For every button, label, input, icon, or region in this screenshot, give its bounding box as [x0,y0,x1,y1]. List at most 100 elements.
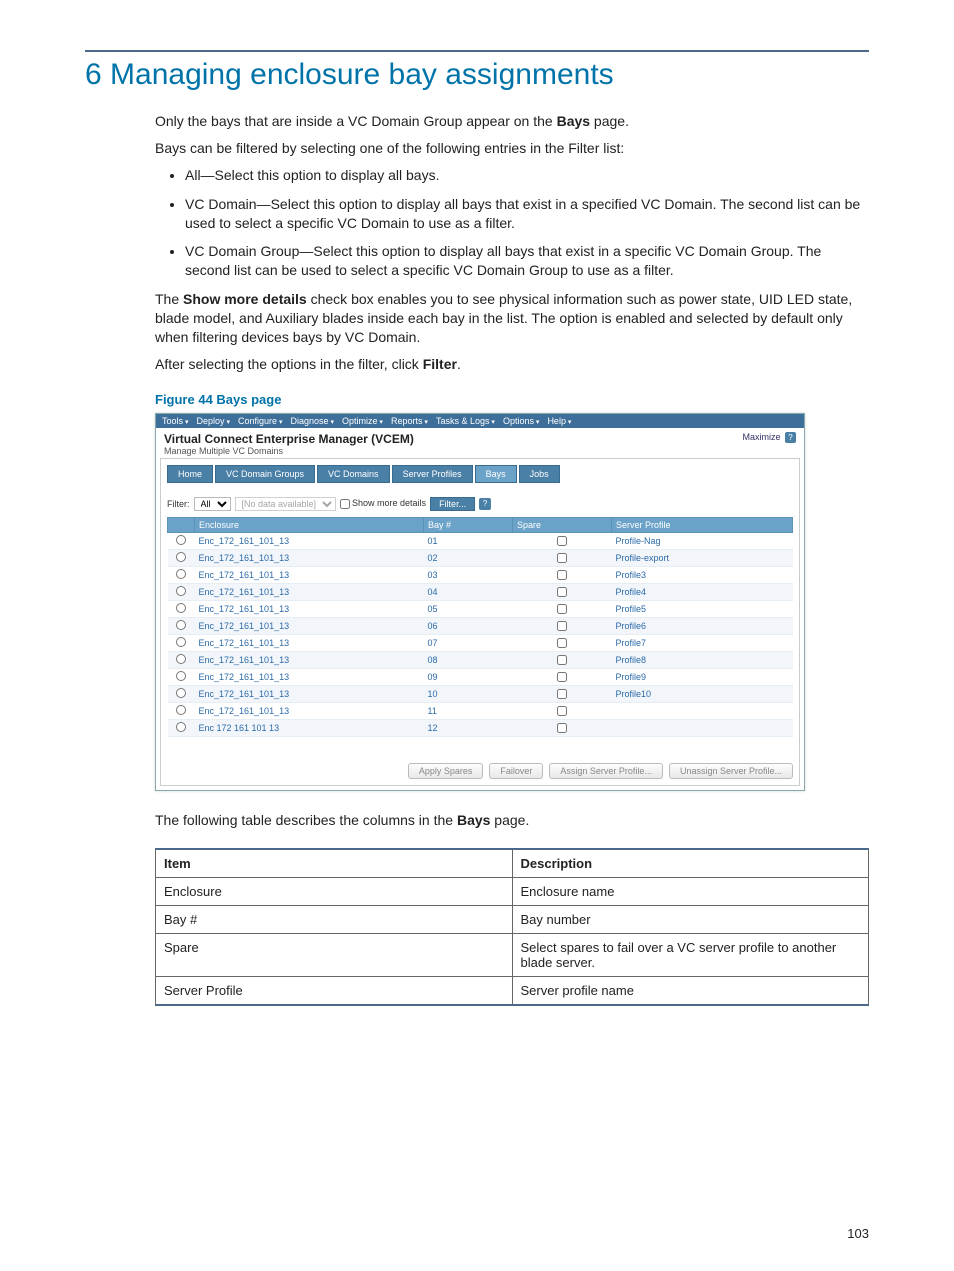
cell-bay[interactable]: 03 [424,566,513,583]
cell-server-profile[interactable]: Profile10 [612,685,793,702]
spare-checkbox[interactable] [557,587,567,597]
cell-bay[interactable]: 11 [424,702,513,719]
cell-bay[interactable]: 09 [424,668,513,685]
cell-enclosure[interactable]: Enc_172_161_101_13 [195,617,424,634]
failover-button[interactable]: Failover [489,763,543,779]
cell-enclosure[interactable]: Enc 172 161 101 13 [195,719,424,736]
table-row[interactable]: Enc_172_161_101_1301 Profile-Nag [168,532,793,549]
cell-enclosure[interactable]: Enc_172_161_101_13 [195,583,424,600]
table-row[interactable]: Enc_172_161_101_1303 Profile3 [168,566,793,583]
menu-options[interactable]: Options [503,416,540,426]
table-row[interactable]: Enc_172_161_101_1307 Profile7 [168,634,793,651]
menu-deploy[interactable]: Deploy [196,416,229,426]
cell-server-profile[interactable]: Profile-Nag [612,532,793,549]
assign-server-profile-button[interactable]: Assign Server Profile... [549,763,663,779]
spare-checkbox[interactable] [557,689,567,699]
spare-checkbox[interactable] [557,638,567,648]
table-row[interactable]: Enc_172_161_101_1310 Profile10 [168,685,793,702]
cell-enclosure[interactable]: Enc_172_161_101_13 [195,549,424,566]
cell-enclosure[interactable]: Enc_172_161_101_13 [195,668,424,685]
cell-bay[interactable]: 10 [424,685,513,702]
menu-diagnose[interactable]: Diagnose [290,416,334,426]
menu-help[interactable]: Help [547,416,571,426]
row-radio[interactable] [176,637,186,647]
filter-button[interactable]: Filter... [430,497,475,511]
tab-vc-domains[interactable]: VC Domains [317,465,390,483]
tab-server-profiles[interactable]: Server Profiles [392,465,473,483]
spare-checkbox[interactable] [557,536,567,546]
show-more-details-checkbox[interactable] [340,499,350,509]
menu-configure[interactable]: Configure [238,416,283,426]
cell-bay[interactable]: 07 [424,634,513,651]
spare-checkbox[interactable] [557,655,567,665]
cell-server-profile[interactable]: Profile3 [612,566,793,583]
maximize-link[interactable]: Maximize [742,432,780,442]
cell-bay[interactable]: 01 [424,532,513,549]
col-server-profile[interactable]: Server Profile [612,517,793,532]
cell-server-profile[interactable]: Profile9 [612,668,793,685]
table-row[interactable]: Enc_172_161_101_1302 Profile-export [168,549,793,566]
spare-checkbox[interactable] [557,706,567,716]
menu-optimize[interactable]: Optimize [342,416,383,426]
row-radio[interactable] [176,620,186,630]
cell-bay[interactable]: 12 [424,719,513,736]
cell-enclosure[interactable]: Enc_172_161_101_13 [195,600,424,617]
cell-server-profile[interactable] [612,702,793,719]
spare-checkbox[interactable] [557,604,567,614]
tab-jobs[interactable]: Jobs [519,465,560,483]
menu-tools[interactable]: Tools [162,416,188,426]
cell-server-profile[interactable]: Profile4 [612,583,793,600]
row-radio[interactable] [176,654,186,664]
cell-bay[interactable]: 02 [424,549,513,566]
spare-checkbox[interactable] [557,621,567,631]
cell-server-profile[interactable]: Profile7 [612,634,793,651]
table-row[interactable]: Enc_172_161_101_1305 Profile5 [168,600,793,617]
row-radio[interactable] [176,705,186,715]
table-row[interactable]: Enc_172_161_101_1306 Profile6 [168,617,793,634]
spare-checkbox[interactable] [557,723,567,733]
help-icon[interactable]: ? [785,432,796,443]
spare-checkbox[interactable] [557,570,567,580]
cell-enclosure[interactable]: Enc_172_161_101_13 [195,685,424,702]
cell-server-profile[interactable]: Profile6 [612,617,793,634]
menu-tasks-logs[interactable]: Tasks & Logs [436,416,495,426]
table-row[interactable]: Enc 172 161 101 1312 [168,719,793,736]
col-bay[interactable]: Bay # [424,517,513,532]
cell-enclosure[interactable]: Enc_172_161_101_13 [195,532,424,549]
cell-enclosure[interactable]: Enc_172_161_101_13 [195,702,424,719]
tab-home[interactable]: Home [167,465,213,483]
filter-primary-select[interactable]: All [194,497,231,511]
col-spare[interactable]: Spare [513,517,612,532]
spare-checkbox[interactable] [557,672,567,682]
row-radio[interactable] [176,535,186,545]
tab-bays[interactable]: Bays [475,465,517,483]
cell-enclosure[interactable]: Enc_172_161_101_13 [195,634,424,651]
table-row[interactable]: Enc_172_161_101_1311 [168,702,793,719]
cell-server-profile[interactable]: Profile5 [612,600,793,617]
row-radio[interactable] [176,603,186,613]
row-radio[interactable] [176,688,186,698]
menu-reports[interactable]: Reports [391,416,428,426]
cell-bay[interactable]: 06 [424,617,513,634]
col-enclosure[interactable]: Enclosure [195,517,424,532]
table-row[interactable]: Enc_172_161_101_1309 Profile9 [168,668,793,685]
cell-server-profile[interactable]: Profile8 [612,651,793,668]
row-radio[interactable] [176,569,186,579]
cell-enclosure[interactable]: Enc_172_161_101_13 [195,566,424,583]
row-radio[interactable] [176,586,186,596]
cell-bay[interactable]: 05 [424,600,513,617]
row-radio[interactable] [176,722,186,732]
table-row[interactable]: Enc_172_161_101_1304 Profile4 [168,583,793,600]
filter-secondary-select[interactable]: [No data available] [235,497,336,511]
spare-checkbox[interactable] [557,553,567,563]
table-row[interactable]: Enc_172_161_101_1308Profile8 [168,651,793,668]
cell-bay[interactable]: 04 [424,583,513,600]
unassign-server-profile-button[interactable]: Unassign Server Profile... [669,763,793,779]
filter-help-icon[interactable]: ? [479,498,491,510]
cell-enclosure[interactable]: Enc_172_161_101_13 [195,651,424,668]
cell-server-profile[interactable]: Profile-export [612,549,793,566]
apply-spares-button[interactable]: Apply Spares [408,763,484,779]
tab-vc-domain-groups[interactable]: VC Domain Groups [215,465,315,483]
row-radio[interactable] [176,671,186,681]
cell-server-profile[interactable] [612,719,793,736]
